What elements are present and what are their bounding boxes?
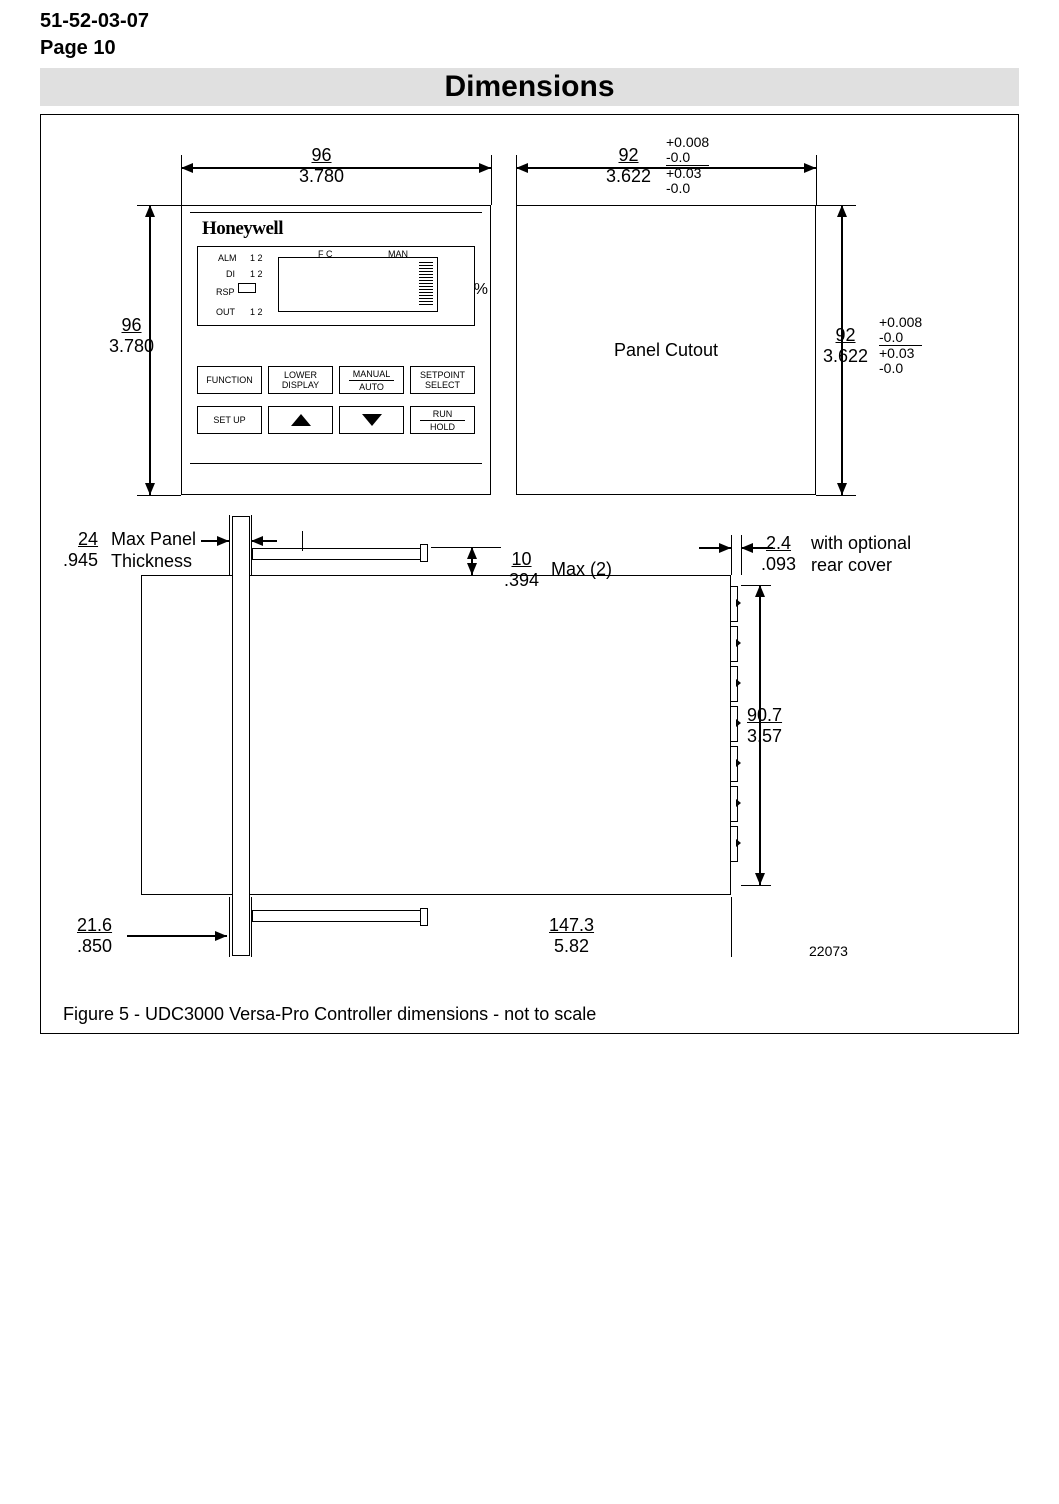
ext-line [229, 897, 230, 957]
ext-line [731, 897, 732, 957]
panel-plate [232, 516, 250, 956]
label-rear-cover: rear cover [811, 555, 892, 576]
ext-line [816, 205, 856, 206]
status-12c: 1 2 [250, 307, 263, 317]
ext-line [816, 155, 817, 205]
connector [730, 746, 738, 782]
dim-front-height: 96 3.780 [109, 315, 154, 357]
top-bracket [252, 548, 422, 560]
ext-line [741, 585, 771, 586]
bargraph-icon [419, 262, 433, 307]
rsp-indicator-box [238, 283, 256, 293]
ext-line [181, 155, 182, 205]
status-12b: 1 2 [250, 269, 263, 279]
dim-arrow-rear-l [699, 547, 731, 549]
small-detail [302, 531, 303, 551]
triangle-down-icon [362, 414, 382, 426]
ext-line [137, 495, 181, 496]
bottom-bracket-knob [420, 908, 428, 926]
status-di: DI [226, 269, 235, 279]
device-side-view [141, 575, 731, 895]
ext-line [741, 535, 742, 575]
tol-cutout-h: +0.008-0.0 +0.03-0.0 [879, 315, 922, 376]
dim-arrow-bezel [127, 935, 227, 937]
function-button[interactable]: FUNCTION [197, 366, 262, 394]
ext-line [491, 155, 492, 205]
dim-depth: 147.3 5.82 [549, 915, 594, 957]
connector [730, 786, 738, 822]
ext-line [431, 547, 501, 548]
device-front-panel: Honeywell ALM DI RSP OUT 1 2 1 2 1 2 F C… [181, 205, 491, 495]
connector [730, 826, 738, 862]
ext-line [229, 515, 230, 575]
label-thickness: Thickness [111, 551, 192, 572]
panel-cutout-box: Panel Cutout [516, 205, 816, 495]
run-hold-button[interactable]: RUN HOLD [410, 406, 475, 434]
connector [730, 626, 738, 662]
dim-rear-gap: 2.4 .093 [761, 533, 796, 575]
page-label: Page 10 [40, 37, 1019, 60]
button-row-2: SET UP RUN HOLD [197, 406, 475, 434]
dim-arrow-bracket [471, 547, 473, 575]
connector [730, 586, 738, 622]
button-row-1: FUNCTION LOWER DISPLAY MANUAL AUTO SETPO… [197, 366, 475, 394]
dim-cutout-width: 92 3.622 [606, 145, 651, 187]
lower-display-button[interactable]: LOWER DISPLAY [268, 366, 333, 394]
bottom-bracket [252, 910, 422, 922]
dim-arrow-thk-l [201, 540, 229, 542]
figure-container: 96 3.780 96 3.780 92 3.622 +0.008-0.0 +0… [40, 114, 1019, 1034]
status-rsp: RSP [216, 287, 235, 297]
ext-line [516, 155, 517, 205]
ext-line [741, 885, 771, 886]
dim-panel-thk: 24 .945 [63, 529, 98, 571]
dim-bezel-proj: 21.6 .850 [77, 915, 112, 957]
status-12a: 1 2 [250, 253, 263, 263]
down-button[interactable] [339, 406, 404, 434]
connector [730, 666, 738, 702]
dim-arrow-thk-r [251, 540, 277, 542]
label-max2: Max (2) [551, 559, 612, 580]
status-alm: ALM [218, 253, 237, 263]
drawing-number: 22073 [809, 943, 848, 959]
dim-rear-h: 90.7 3.57 [747, 705, 782, 747]
doc-number: 51-52-03-07 [40, 10, 1019, 33]
section-title: Dimensions [40, 68, 1019, 106]
device-inner-bottom [190, 463, 482, 464]
ext-line [731, 535, 732, 575]
percent-symbol: % [474, 281, 488, 299]
ext-line [137, 205, 181, 206]
connector [730, 706, 738, 742]
setpoint-select-button[interactable]: SETPOINT SELECT [410, 366, 475, 394]
top-bracket-knob [420, 544, 428, 562]
label-max-panel: Max Panel [111, 529, 196, 550]
manual-auto-button[interactable]: MANUAL AUTO [339, 366, 404, 394]
rear-connectors [730, 586, 740, 886]
dim-front-width: 96 3.780 [299, 145, 344, 187]
ext-line [251, 897, 252, 957]
lcd-readout [278, 257, 438, 312]
lcd-frame: ALM DI RSP OUT 1 2 1 2 1 2 F C MAN % [197, 246, 475, 326]
triangle-up-icon [291, 414, 311, 426]
status-out: OUT [216, 307, 235, 317]
ext-line [816, 495, 856, 496]
figure-caption: Figure 5 - UDC3000 Versa-Pro Controller … [63, 1004, 596, 1025]
dim-cutout-height: 92 3.622 [823, 325, 868, 367]
tol-cutout-w: +0.008-0.0 +0.03-0.0 [666, 135, 709, 196]
device-inner-top [190, 212, 482, 213]
dim-bracket-proj: 10 .394 [504, 549, 539, 591]
setup-button[interactable]: SET UP [197, 406, 262, 434]
up-button[interactable] [268, 406, 333, 434]
label-with-optional: with optional [811, 533, 911, 554]
brand-logo: Honeywell [202, 218, 283, 240]
